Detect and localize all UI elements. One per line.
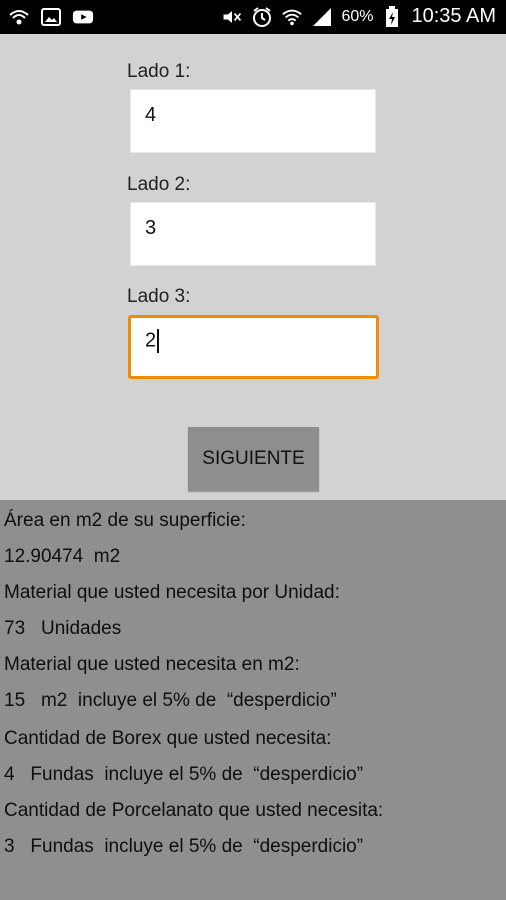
units-label: Material que usted necesita por Unidad: [4,582,340,603]
youtube-icon [72,7,94,27]
signal-icon [311,7,333,27]
siguiente-button[interactable]: SIGUIENTE [188,427,319,491]
status-time: 10:35 AM [411,5,496,27]
borex-label: Cantidad de Borex que usted necesita: [4,728,332,749]
text-cursor [157,329,160,353]
status-left-icons [8,7,94,27]
lado3-input[interactable]: 2 [128,315,379,379]
borex-value: 4 Fundas incluye el 5% de “desperdicio” [4,764,364,785]
battery-charging-icon [381,5,403,27]
lado1-input[interactable]: 4 [130,89,376,153]
porcelanato-label: Cantidad de Porcelanato que usted necesi… [4,800,384,821]
alarm-icon [251,6,273,27]
units-value: 73 Unidades [4,618,122,639]
wifi-calling-icon [8,7,30,27]
wifi-icon [281,7,303,27]
lado1-label: Lado 1: [127,61,191,82]
battery-percent: 60% [341,7,374,25]
mute-icon [221,7,243,27]
lado2-value: 3 [145,217,157,239]
m2-label: Material que usted necesita en m2: [4,654,300,675]
lado3-value: 2 [145,329,157,352]
area-value: 12.90474 m2 [4,546,121,567]
area-label: Área en m2 de su superficie: [4,510,246,531]
status-right: 60% 10:35 AM [221,5,496,28]
image-icon [40,7,62,27]
m2-value: 15 m2 incluye el 5% de “desperdicio” [4,690,337,711]
status-bar: 60% 10:35 AM [0,0,506,34]
lado1-value: 4 [145,104,157,126]
porcelanato-value: 3 Fundas incluye el 5% de “desperdicio” [4,836,364,857]
lado3-label: Lado 3: [127,286,191,307]
results-panel: Área en m2 de su superficie: 12.90474 m2… [0,500,506,900]
lado2-label: Lado 2: [127,174,191,195]
lado2-input[interactable]: 3 [130,202,376,266]
